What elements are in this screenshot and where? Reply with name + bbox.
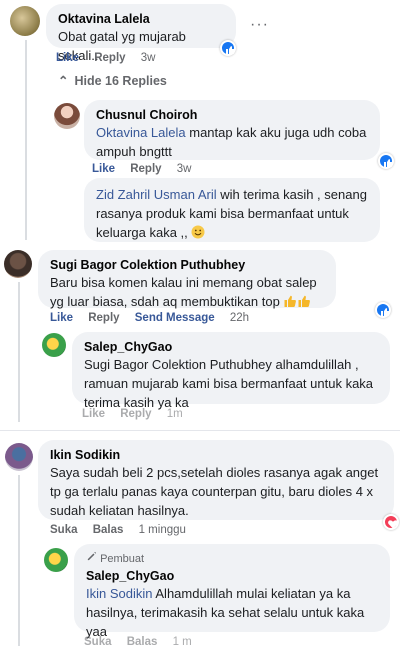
divider	[0, 430, 400, 431]
thumbs-up-emoji	[297, 294, 311, 308]
hide-replies-link[interactable]: ⌃ Hide 16 Replies	[58, 73, 179, 88]
timestamp[interactable]: 1 minggu	[139, 524, 186, 536]
timestamp[interactable]: 3w	[177, 163, 192, 175]
comment-bubble-oktavina: Oktavina Lalela Obat gatal yg mujarab se…	[46, 4, 236, 63]
comment-actions: Suka Balas 1 minggu	[50, 524, 198, 536]
comment-text: Sugi Bagor Colektion Puthubhey alhamduli…	[84, 357, 374, 410]
comment-actions: Like Reply 3w	[56, 52, 167, 64]
reply-link[interactable]: Balas	[93, 524, 124, 536]
comment-text: Ikin Sodikin Alhamdulillah mulai keliata…	[86, 586, 365, 639]
comment-author[interactable]: Ikin Sodikin	[50, 447, 382, 463]
love-reaction-icon[interactable]	[383, 514, 399, 530]
mention-link[interactable]: Zid Zahril Usman Aril	[96, 187, 217, 202]
like-link[interactable]: Like	[82, 408, 105, 420]
like-link[interactable]: Suka	[50, 524, 78, 536]
thread-line	[18, 475, 20, 646]
comment-text: Oktavina Lalela mantap kak aku juga udh …	[96, 125, 367, 159]
comment-author[interactable]: Oktavina Lalela	[58, 11, 224, 27]
comment-text: Zid Zahril Usman Aril wih terima kasih ,…	[96, 187, 367, 240]
reply-link[interactable]: Reply	[130, 163, 161, 175]
comment-actions: Suka Balas 1 m	[84, 636, 204, 646]
comment-author[interactable]: Chusnul Choiroh	[96, 107, 368, 123]
like-link[interactable]: Like	[56, 52, 79, 64]
comment-author[interactable]: Sugi Bagor Colektion Puthubhey	[50, 257, 324, 273]
send-message-link[interactable]: Send Message	[135, 312, 215, 324]
comment-bubble-chusnul: Chusnul Choiroh Oktavina Lalela mantap k…	[84, 100, 380, 160]
mention-link[interactable]: Ikin Sodikin	[86, 586, 152, 601]
chevron-up-icon: ⌃	[58, 74, 69, 88]
like-link[interactable]: Suka	[84, 636, 112, 646]
thread-line	[18, 282, 20, 422]
like-link[interactable]: Like	[50, 312, 73, 324]
timestamp[interactable]: 22h	[230, 312, 249, 324]
like-reaction-icon[interactable]	[220, 40, 236, 56]
more-dots-icon[interactable]: ···	[250, 16, 269, 34]
comment-bubble-salep-1: Salep_ChyGao Sugi Bagor Colektion Puthub…	[72, 332, 390, 410]
comment-author[interactable]: Salep_ChyGao	[86, 568, 378, 584]
like-reaction-icon[interactable]	[378, 153, 394, 169]
avatar-salep-chygao[interactable]	[44, 548, 68, 572]
comment-actions: Like Reply 3w	[92, 163, 203, 175]
avatar-oktavina[interactable]	[10, 6, 40, 36]
mention-link[interactable]: Sugi Bagor Colektion Puthubhey	[84, 357, 272, 372]
reply-link[interactable]: Reply	[88, 312, 119, 324]
like-reaction-icon[interactable]	[375, 302, 391, 318]
pencil-icon	[86, 551, 97, 565]
avatar-chusnul[interactable]	[54, 103, 80, 129]
creator-badge: Pembuat	[86, 551, 378, 566]
timestamp[interactable]: 1m	[167, 408, 183, 420]
like-link[interactable]: Like	[92, 163, 115, 175]
avatar-sugi[interactable]	[4, 250, 32, 278]
comment-bubble-sugi: Sugi Bagor Colektion Puthubhey Baru bisa…	[38, 250, 336, 309]
avatar-salep-chygao[interactable]	[42, 333, 66, 357]
comment-bubble-zid: Zid Zahril Usman Aril wih terima kasih ,…	[84, 178, 380, 242]
comment-text: Saya sudah beli 2 pcs,setelah dioles ras…	[50, 465, 379, 518]
timestamp[interactable]: 1 m	[173, 636, 192, 646]
reply-link[interactable]: Balas	[127, 636, 158, 646]
reply-link[interactable]: Reply	[120, 408, 151, 420]
smile-emoji	[191, 225, 205, 239]
avatar-ikin[interactable]	[5, 443, 33, 471]
comment-bubble-salep-2: Pembuat Salep_ChyGao Ikin Sodikin Alhamd…	[74, 544, 390, 639]
comment-actions: Like Reply Send Message 22h	[50, 312, 261, 324]
reply-link[interactable]: Reply	[94, 52, 125, 64]
comment-text: Baru bisa komen kalau ini memang obat sa…	[50, 275, 317, 309]
thumbs-up-emoji	[283, 294, 297, 308]
comment-author[interactable]: Salep_ChyGao	[84, 339, 378, 355]
comment-actions: Like Reply 1m	[82, 408, 195, 420]
thread-line	[25, 40, 27, 240]
comment-bubble-ikin: Ikin Sodikin Saya sudah beli 2 pcs,setel…	[38, 440, 394, 520]
mention-link[interactable]: Oktavina Lalela	[96, 125, 186, 140]
timestamp[interactable]: 3w	[141, 52, 156, 64]
